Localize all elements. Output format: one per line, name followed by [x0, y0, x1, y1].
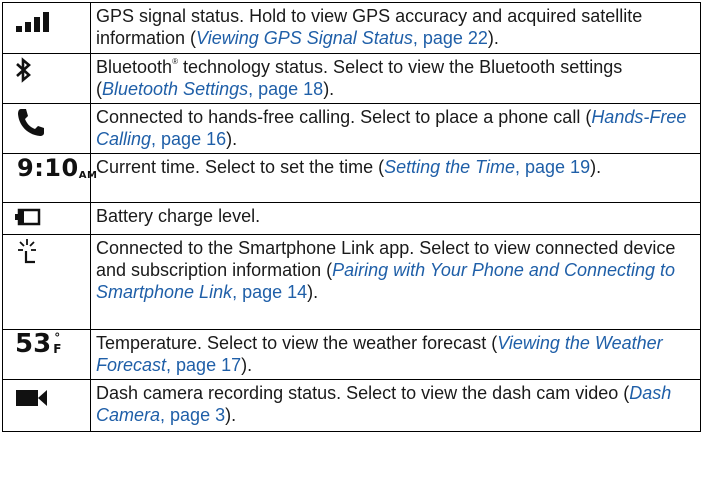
table-row: Dash camera recording status. Select to … — [2, 379, 701, 432]
row-text: Current time. Select to set the time ( — [96, 157, 385, 177]
link-page: , page 16 — [151, 129, 227, 149]
link-page: , page 17 — [166, 355, 242, 375]
icon-cell — [2, 202, 91, 235]
icon-cell — [2, 53, 91, 104]
link-page: , page 18 — [248, 79, 324, 99]
description-cell: Dash camera recording status. Select to … — [90, 379, 701, 432]
bluetooth-icon — [16, 57, 31, 83]
link-page: , page 22 — [412, 28, 488, 48]
table-row: Connected to the Smartphone Link app. Se… — [2, 234, 701, 330]
description-cell: Connected to the Smartphone Link app. Se… — [90, 234, 701, 330]
row-tail: ). — [241, 355, 253, 375]
row-tail: ). — [225, 405, 237, 425]
description-cell: GPS signal status. Hold to view GPS accu… — [90, 2, 701, 54]
cross-reference-link[interactable]: Setting the Time, page 19 — [384, 157, 590, 177]
unit-letter: F — [53, 342, 62, 356]
time-value: 9:10 — [17, 154, 79, 182]
description-cell: Battery charge level. — [90, 202, 701, 235]
cross-reference-link[interactable]: Bluetooth Settings, page 18 — [102, 79, 323, 99]
table-row: Connected to hands-free calling. Select … — [2, 103, 701, 154]
temperature-icon: 53 ° F — [15, 331, 62, 357]
row-tail: ). — [307, 282, 319, 302]
row-tail: ). — [487, 28, 499, 48]
icon-cell — [2, 234, 91, 330]
description-cell: Connected to hands-free calling. Select … — [90, 103, 701, 154]
link-title: Bluetooth Settings — [102, 79, 249, 99]
table-row: GPS signal status. Hold to view GPS accu… — [2, 2, 701, 54]
link-page: , page 19 — [515, 157, 591, 177]
row-text: Dash camera recording status. Select to … — [96, 383, 630, 403]
link-page: , page 14 — [232, 282, 308, 302]
description-cell: Bluetooth® technology status. Select to … — [90, 53, 701, 104]
table-row: 53 ° F Temperature. Select to view the wea… — [2, 329, 701, 380]
row-text: Battery charge level. — [96, 206, 261, 226]
bluetooth-word: Bluetooth — [96, 57, 173, 77]
signal-bars-icon — [16, 12, 49, 32]
clock-icon: 9:10AM — [17, 154, 98, 187]
row-text: Connected to hands-free calling. Select … — [96, 107, 592, 127]
cross-reference-link[interactable]: Viewing GPS Signal Status, page 22 — [196, 28, 488, 48]
row-tail: ). — [590, 157, 602, 177]
description-cell: Current time. Select to set the time (Se… — [90, 153, 701, 203]
link-title: Setting the Time — [384, 157, 516, 177]
meridiem-value: AM — [78, 170, 98, 181]
icon-cell — [2, 103, 91, 154]
icon-cell — [2, 2, 91, 54]
row-tail: ). — [226, 129, 238, 149]
table-row: Battery charge level. — [2, 202, 701, 235]
row-text: Temperature. Select to view the weather … — [96, 333, 498, 353]
video-camera-icon — [16, 390, 47, 406]
description-cell: Temperature. Select to view the weather … — [90, 329, 701, 380]
smartphone-link-icon — [18, 239, 36, 264]
battery-icon — [15, 208, 41, 226]
status-icons-table: GPS signal status. Hold to view GPS accu… — [2, 2, 701, 432]
icon-cell — [2, 379, 91, 432]
icon-cell: 53 ° F — [2, 329, 91, 380]
link-page: , page 3 — [160, 405, 226, 425]
temperature-value: 53 — [15, 329, 52, 359]
phone-icon — [18, 109, 44, 136]
table-row: 9:10AM Current time. Select to set the t… — [2, 153, 701, 203]
icon-cell: 9:10AM — [2, 153, 97, 203]
table-row: Bluetooth® technology status. Select to … — [2, 53, 701, 104]
link-title: Viewing GPS Signal Status — [196, 28, 413, 48]
row-tail: ). — [323, 79, 335, 99]
temperature-unit: ° F — [53, 332, 62, 356]
